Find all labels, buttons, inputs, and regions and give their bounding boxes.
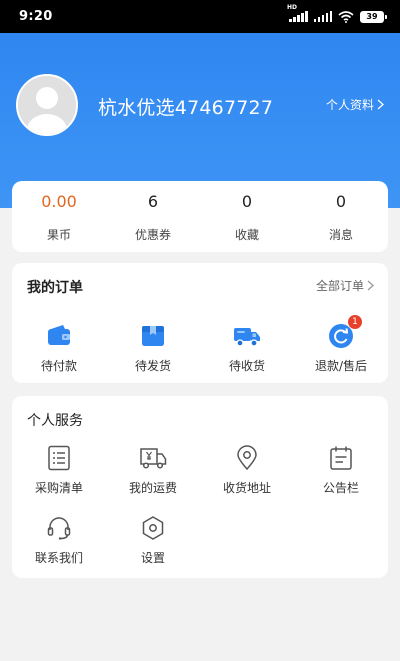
stats-card: 0.00 果币 6 优惠券 0 收藏 0 消息 [12,181,388,252]
stat-favorites[interactable]: 0 收藏 [200,181,294,252]
truck-icon [232,321,262,351]
status-time: 9:20 [19,9,53,24]
calendar-icon [326,443,356,473]
services-title: 个人服务 [27,413,83,429]
stat-coupons[interactable]: 6 优惠券 [106,181,200,252]
stat-coins[interactable]: 0.00 果币 [12,181,106,252]
service-settings[interactable]: 设置 [106,513,200,566]
order-pending-receipt-label: 待收货 [228,359,265,373]
stat-value: 6 [147,191,159,211]
stat-label: 收藏 [234,227,259,242]
order-refund-aftersale-label: 退款/售后 [314,359,368,373]
default-avatar-icon [18,76,76,134]
stat-value: 0 [241,191,253,211]
service-shipping-address[interactable]: 收货地址 [200,443,294,496]
service-shipping-address-label: 收货地址 [222,481,271,495]
chevron-right-icon [377,99,384,110]
stat-value: 0.00 [41,191,77,211]
stat-messages[interactable]: 0 消息 [294,181,388,252]
headset-icon [44,513,74,543]
orders-card: 我的订单 全部订单 待付款 待发货 待收货 1 退款/售后 [12,263,388,383]
wallet-icon [44,321,74,351]
username: 杭水优选47467727 [98,97,274,119]
order-pending-receipt[interactable]: 待收货 [200,321,294,374]
order-pending-shipment[interactable]: 待发货 [106,321,200,374]
profile-link-label: 个人资料 [325,98,374,112]
order-status-row: 待付款 待发货 待收货 1 退款/售后 [12,315,388,374]
box-icon [138,321,168,351]
stat-label: 消息 [328,227,353,242]
battery-level: 39 [366,12,378,21]
service-bulletin[interactable]: 公告栏 [294,443,388,496]
order-pending-payment-label: 待付款 [40,359,77,373]
all-orders-link[interactable]: 全部订单 [316,277,374,294]
services-row-2: 联系我们 设置 [12,513,388,566]
list-icon [44,443,74,473]
location-pin-icon [232,443,262,473]
cellular-signal-icon: HD [287,4,308,22]
status-bar: 9:20 HD 39 [0,0,400,33]
service-purchase-list[interactable]: 采购清单 [12,443,106,496]
service-contact-us-label: 联系我们 [34,551,83,565]
service-bulletin-label: 公告栏 [322,481,359,495]
service-purchase-list-label: 采购清单 [34,481,83,495]
status-icons: HD 39 [287,4,387,23]
avatar[interactable] [16,74,78,136]
order-pending-payment[interactable]: 待付款 [12,321,106,374]
settings-hexagon-icon [138,513,168,543]
freight-truck-icon [138,443,168,473]
all-orders-label: 全部订单 [315,279,364,293]
wifi-icon [338,10,354,23]
refund-badge: 1 [348,315,362,329]
order-refund-aftersale[interactable]: 1 退款/售后 [294,315,388,374]
stat-label: 果币 [46,227,71,242]
refund-icon: 1 [326,315,362,351]
stat-value: 0 [335,191,347,211]
cellular-signal-2-icon [313,11,332,22]
service-my-freight-label: 我的运费 [128,481,177,495]
orders-title: 我的订单 [27,280,83,296]
service-settings-label: 设置 [140,551,165,565]
stat-label: 优惠券 [134,227,171,242]
profile-link[interactable]: 个人资料 [326,96,384,113]
service-my-freight[interactable]: 我的运费 [106,443,200,496]
battery-icon: 39 [360,10,387,23]
services-card: 个人服务 采购清单 我的运费 收货地址 公告栏 联系我们 设置 [12,396,388,578]
service-contact-us[interactable]: 联系我们 [12,513,106,566]
order-pending-shipment-label: 待发货 [134,359,171,373]
services-row-1: 采购清单 我的运费 收货地址 公告栏 [12,443,388,496]
hd-badge: HD [287,4,298,11]
chevron-right-icon [367,280,374,291]
